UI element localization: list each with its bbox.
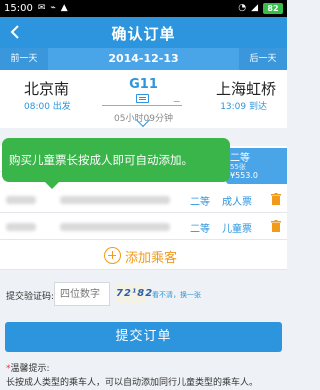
passenger-seat: 二等: [190, 224, 210, 235]
arrival-time: 13:09 到达: [220, 102, 267, 112]
signal-icon: ◢: [251, 3, 258, 13]
submit-order-button[interactable]: 提交订单: [5, 322, 282, 352]
status-bar-left: 15:00 ✉ ⌁ ▲: [4, 2, 68, 14]
route-arrow-line: [102, 105, 182, 106]
notification-icon: ▲: [60, 3, 68, 13]
tooltip-tail: [44, 181, 60, 189]
tip-heading: *温馨提示:: [6, 361, 50, 374]
passenger-ticket-type[interactable]: 儿童票: [222, 220, 252, 235]
usb-icon: ⌁: [50, 3, 56, 13]
wifi-icon: ◔: [238, 3, 247, 13]
passenger-row[interactable]: 二等 成人票: [0, 187, 287, 213]
status-bar: 15:00 ✉ ⌁ ▲ ◔ ◢ 82: [0, 0, 287, 17]
add-passenger-button[interactable]: 添加乘客: [0, 241, 287, 270]
battery-icon: 82: [263, 2, 283, 14]
add-passenger-label: 添加乘客: [125, 251, 178, 266]
verify-code-input[interactable]: [54, 282, 110, 306]
arrival-station: 上海虹桥: [215, 80, 276, 98]
captcha-image[interactable]: 72¹82: [116, 284, 152, 304]
passenger-ticket-type[interactable]: 成人票: [222, 193, 252, 208]
sms-icon: ✉: [37, 3, 46, 13]
current-date: 2014-12-13: [108, 52, 179, 65]
tip-title: 温馨提示:: [10, 364, 50, 374]
child-ticket-tooltip[interactable]: 购买儿童票长按成人即可自动添加。: [2, 138, 230, 182]
passenger-id: [60, 196, 170, 204]
selected-ticket-card[interactable]: 二等 55张 ¥553.0: [226, 148, 287, 184]
prev-day-button[interactable]: 前一天: [0, 48, 48, 70]
verify-code-row: 提交验证码: 72¹82 看不清，换一张: [0, 278, 287, 312]
timetable-icon[interactable]: [136, 94, 149, 103]
passenger-seat: 二等: [190, 197, 210, 208]
passenger-name: [6, 196, 36, 204]
verify-code-label: 提交验证码:: [6, 292, 55, 302]
refresh-captcha-link[interactable]: 看不清，换一张: [152, 290, 201, 300]
passenger-row[interactable]: 二等 儿童票: [0, 214, 287, 240]
day-navigation: 前一天 2014-12-13 后一天: [0, 48, 287, 70]
next-day-button[interactable]: 后一天: [239, 48, 287, 70]
plus-circle-icon: [104, 247, 121, 264]
page-title: 确认订单: [111, 25, 176, 43]
tip-text: 长按成人类型的乘车人，可以自动添加同行儿童类型的乘车人。: [6, 378, 259, 388]
title-bar: 确认订单: [0, 17, 287, 48]
delete-icon[interactable]: [271, 220, 281, 232]
delete-icon[interactable]: [271, 193, 281, 205]
ticket-price: ¥553.0: [230, 171, 258, 180]
status-bar-right: ◔ ◢ 82: [238, 2, 283, 14]
passenger-name: [6, 223, 36, 231]
clock: 15:00: [4, 2, 33, 14]
passenger-id: [60, 223, 170, 231]
